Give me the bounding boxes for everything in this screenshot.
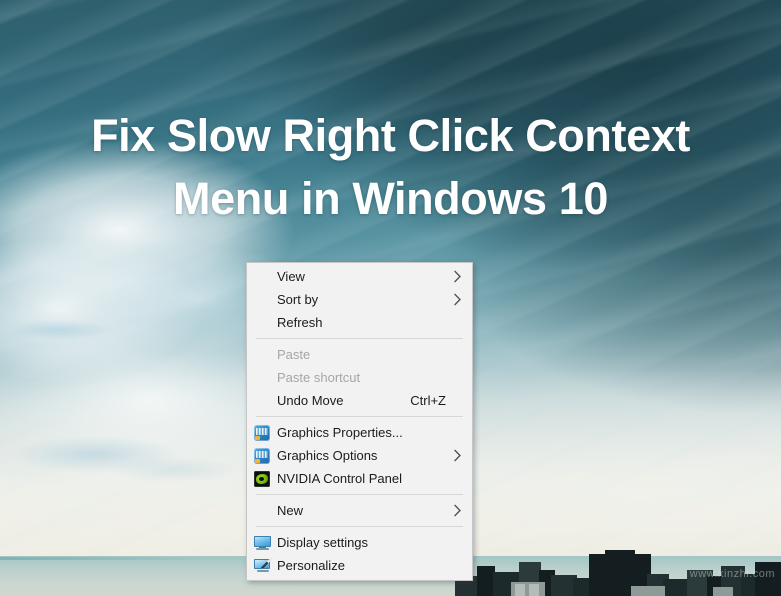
menu-item-icon-slot [247,344,277,366]
menu-item-shortcut: Ctrl+Z [410,393,446,408]
menu-item-icon-slot [247,289,277,311]
submenu-chevron-right-icon [450,449,464,462]
menu-item-label: Graphics Properties... [277,425,403,440]
menu-item-display-settings[interactable]: Display settings [247,531,472,554]
submenu-chevron-right-icon [450,270,464,283]
menu-item-graphics-properties[interactable]: Graphics Properties... [247,421,472,444]
menu-item-icon-slot [247,500,277,522]
nvidia-icon [247,468,277,490]
menu-item-label: NVIDIA Control Panel [277,471,403,486]
menu-item-label: Refresh [277,315,323,330]
intel-graphics-icon [247,445,277,467]
page-title-line-2: Menu in Windows 10 [173,173,608,224]
menu-item-undo-move[interactable]: Undo Move Ctrl+Z [247,389,472,412]
page-title: Fix Slow Right Click Context Menu in Win… [0,104,781,230]
menu-item-icon-slot [247,312,277,334]
menu-item-graphics-options[interactable]: Graphics Options [247,444,472,467]
menu-item-label: Undo Move [277,393,344,408]
menu-item-nvidia-control-panel[interactable]: NVIDIA Control Panel [247,467,472,490]
menu-item-label: Personalize [277,558,345,573]
menu-separator [256,526,463,527]
menu-item-sort-by[interactable]: Sort by [247,288,472,311]
menu-item-label: Paste shortcut [277,370,361,385]
menu-item-label: Paste [277,347,311,362]
menu-item-icon-slot [247,367,277,389]
page-title-line-1: Fix Slow Right Click Context [91,110,690,161]
menu-item-label: Sort by [277,292,319,307]
submenu-chevron-right-icon [450,504,464,517]
desktop-screen: www.xinzhi.com Fix Slow Right Click Cont… [0,0,781,596]
menu-item-icon-slot [247,390,277,412]
personalize-icon [247,555,277,577]
menu-item-refresh[interactable]: Refresh [247,311,472,334]
submenu-chevron-right-icon [450,293,464,306]
menu-item-personalize[interactable]: Personalize [247,554,472,577]
monitor-icon [247,532,277,554]
menu-item-label: New [277,503,304,518]
menu-separator [256,416,463,417]
menu-separator [256,494,463,495]
menu-item-label: Display settings [277,535,369,550]
menu-item-paste: Paste [247,343,472,366]
menu-separator [256,338,463,339]
wallpaper-watermark: www.xinzhi.com [689,568,775,580]
desktop-context-menu[interactable]: View Sort by Refresh Paste Paste shortcut Und… [246,262,473,581]
menu-item-label: View [277,269,305,284]
menu-item-label: Graphics Options [277,448,378,463]
intel-graphics-icon [247,422,277,444]
menu-item-view[interactable]: View [247,265,472,288]
menu-item-new[interactable]: New [247,499,472,522]
menu-item-icon-slot [247,266,277,288]
menu-item-paste-shortcut: Paste shortcut [247,366,472,389]
